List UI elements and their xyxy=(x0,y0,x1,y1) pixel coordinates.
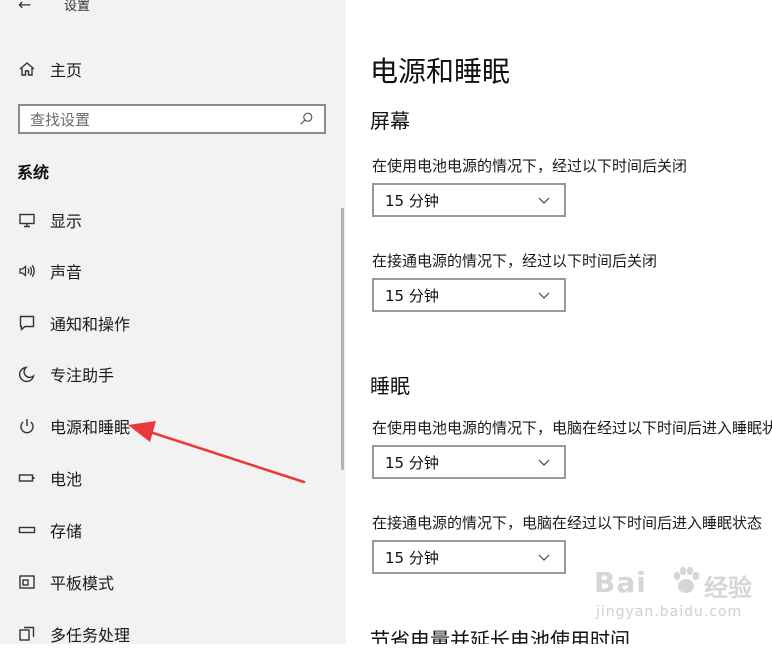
battery-icon xyxy=(16,467,38,489)
monitor-icon xyxy=(16,209,38,231)
sleep-plugged-dropdown[interactable]: 15 分钟 xyxy=(372,540,566,574)
screen-battery-label: 在使用电池电源的情况下，经过以下时间后关闭 xyxy=(372,157,688,175)
search-input[interactable]: 查找设置 xyxy=(18,104,326,134)
power-icon xyxy=(16,415,38,437)
sidebar-item-label: 电源和睡眠 xyxy=(50,418,131,437)
sidebar-scrollbar[interactable] xyxy=(341,208,344,470)
screen-heading: 屏幕 xyxy=(370,109,410,133)
sidebar-item-label: 主页 xyxy=(50,61,83,80)
sidebar-item-tablet-mode[interactable]: 平板模式 xyxy=(16,568,114,596)
watermark-suffix: 经验 xyxy=(704,574,752,602)
sidebar-item-label: 多任务处理 xyxy=(50,626,131,645)
dropdown-value: 15 分钟 xyxy=(385,286,439,305)
sleep-heading: 睡眠 xyxy=(370,374,410,398)
sidebar-item-focus-assist[interactable]: 专注助手 xyxy=(16,360,114,388)
home-icon xyxy=(16,58,38,80)
watermark-brand: Bai xyxy=(594,566,647,599)
sidebar-item-label: 平板模式 xyxy=(50,574,115,593)
sidebar: ← 设置 主页 查找设置 系统 显示 声音 通知和操作 专注助手 电源和睡眠 电… xyxy=(0,0,346,645)
chevron-down-icon xyxy=(538,292,550,299)
sidebar-item-label: 专注助手 xyxy=(50,366,115,385)
chevron-down-icon xyxy=(538,459,550,466)
sleep-battery-label: 在使用电池电源的情况下，电脑在经过以下时间后进入睡眠状态 xyxy=(372,419,772,437)
speaker-icon xyxy=(16,260,38,282)
back-arrow-icon[interactable]: ← xyxy=(18,0,40,14)
tablet-mode-icon xyxy=(16,571,38,593)
notification-icon xyxy=(16,312,38,334)
sidebar-item-label: 通知和操作 xyxy=(50,315,131,334)
window-title: 设置 xyxy=(64,0,91,14)
sidebar-item-label: 存储 xyxy=(50,522,83,541)
multitasking-icon xyxy=(16,623,38,645)
dropdown-value: 15 分钟 xyxy=(385,453,439,472)
sleep-battery-dropdown[interactable]: 15 分钟 xyxy=(372,445,566,479)
page-title: 电源和睡眠 xyxy=(370,55,511,88)
header-bar: ← 设置 xyxy=(18,0,90,16)
sidebar-item-display[interactable]: 显示 xyxy=(16,206,82,234)
storage-icon xyxy=(16,519,38,541)
sidebar-item-power-sleep[interactable]: 电源和睡眠 xyxy=(16,412,130,440)
main-content: 电源和睡眠 屏幕 在使用电池电源的情况下，经过以下时间后关闭 15 分钟 在接通… xyxy=(346,0,772,644)
dropdown-value: 15 分钟 xyxy=(385,548,439,567)
sidebar-item-notifications[interactable]: 通知和操作 xyxy=(16,309,130,337)
search-icon[interactable] xyxy=(296,109,316,129)
paw-icon xyxy=(673,566,700,593)
sidebar-item-battery[interactable]: 电池 xyxy=(16,464,82,492)
sidebar-item-label: 声音 xyxy=(50,263,83,282)
watermark-url: jingyan.baidu.com xyxy=(596,604,743,620)
battery-saver-heading: 节省电量并延长电池使用时间 xyxy=(370,628,630,644)
chevron-down-icon xyxy=(538,554,550,561)
sidebar-item-home[interactable]: 主页 xyxy=(16,55,82,83)
screen-battery-dropdown[interactable]: 15 分钟 xyxy=(372,183,566,217)
chevron-down-icon xyxy=(538,197,550,204)
watermark: Bai 经验 jingyan.baidu.com xyxy=(594,560,764,636)
sleep-plugged-label: 在接通电源的情况下，电脑在经过以下时间后进入睡眠状态 xyxy=(372,514,763,532)
sidebar-item-storage[interactable]: 存储 xyxy=(16,516,82,544)
section-label-system: 系统 xyxy=(17,163,50,182)
screen-plugged-dropdown[interactable]: 15 分钟 xyxy=(372,278,566,312)
screen-plugged-label: 在接通电源的情况下，经过以下时间后关闭 xyxy=(372,252,658,270)
dropdown-value: 15 分钟 xyxy=(385,191,439,210)
sidebar-item-sound[interactable]: 声音 xyxy=(16,257,82,285)
sidebar-item-label: 显示 xyxy=(50,212,83,231)
search-placeholder: 查找设置 xyxy=(30,110,91,129)
sidebar-item-label: 电池 xyxy=(50,470,83,489)
moon-icon xyxy=(16,363,38,385)
